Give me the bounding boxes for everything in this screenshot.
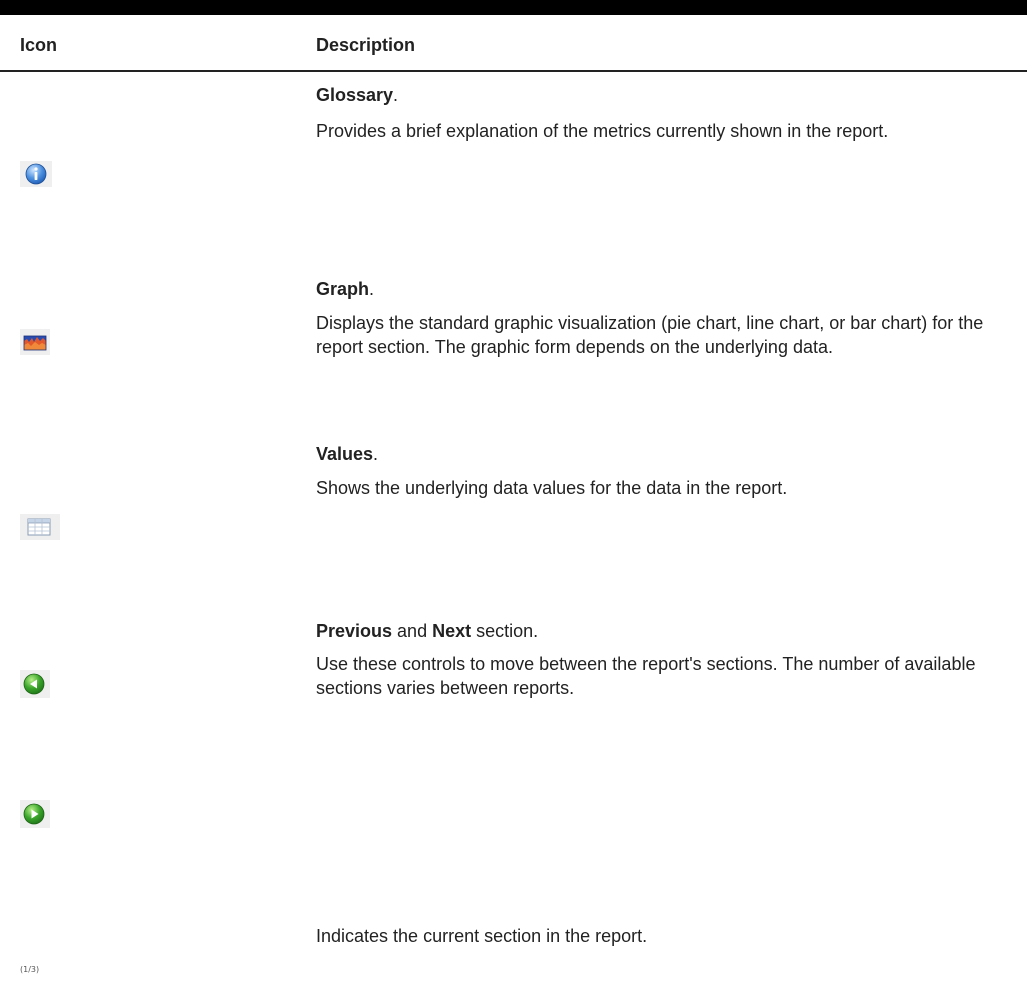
previous-next-title: Previous and Next section.: [316, 621, 539, 641]
values-title: Values.: [316, 444, 379, 464]
header-rule: [0, 70, 1027, 72]
values-description: Shows the underlying data values for the…: [316, 478, 788, 498]
table-icon: [20, 514, 60, 540]
previous-icon: [20, 670, 50, 698]
header-icon-column: Icon: [20, 35, 58, 55]
section-indicator-description: Indicates the current section in the rep…: [316, 926, 648, 946]
top-rule: [0, 0, 1027, 15]
section-indicator: (1/3): [20, 965, 40, 974]
graph-icon: [20, 329, 50, 355]
glossary-title: Glossary.: [316, 85, 399, 105]
glossary-description: Provides a brief explanation of the metr…: [316, 121, 889, 141]
info-icon: [20, 161, 52, 187]
previous-next-description: Use these controls to move between the r…: [316, 654, 976, 698]
header-description-column: Description: [316, 35, 416, 55]
graph-title: Graph.: [316, 279, 375, 299]
graph-description: Displays the standard graphic visualizat…: [316, 313, 984, 357]
next-icon: [20, 800, 50, 828]
